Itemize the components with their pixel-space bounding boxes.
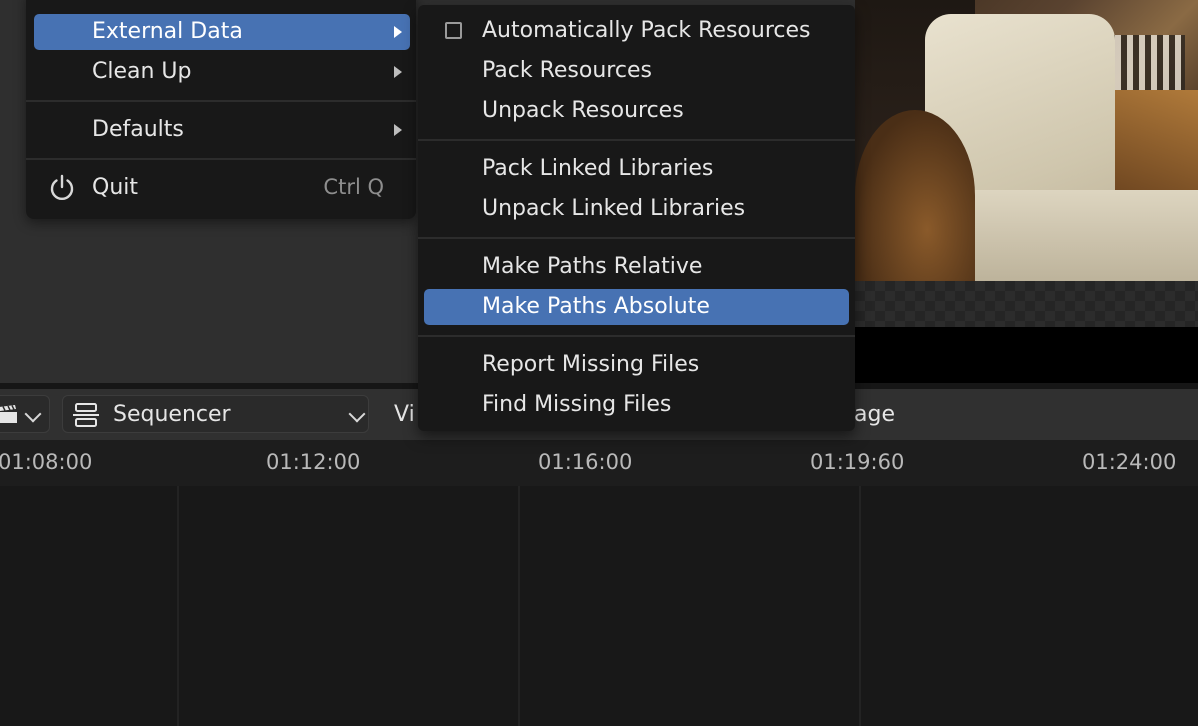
- menu-item-label: Unpack Resources: [482, 98, 684, 123]
- auto-pack-checkbox[interactable]: [445, 22, 462, 39]
- menu-item-external-data[interactable]: External Data: [34, 14, 410, 50]
- timeline-gridline: [177, 486, 179, 726]
- sequencer-icon: [73, 403, 99, 427]
- menu-separator: [26, 100, 416, 102]
- menu-item-pack-linked-libraries[interactable]: Pack Linked Libraries: [424, 151, 849, 187]
- menu-item-label: Pack Resources: [482, 58, 652, 83]
- submenu-arrow-icon: [394, 26, 402, 38]
- menu-item-make-paths-relative[interactable]: Make Paths Relative: [424, 249, 849, 285]
- menu-separator: [418, 335, 855, 337]
- menu-item-clean-up[interactable]: Clean Up: [34, 54, 410, 90]
- timeline-tick-label: 01:12:00: [266, 450, 361, 474]
- editor-type-button[interactable]: [0, 395, 50, 433]
- view-type-select[interactable]: Sequencer: [62, 395, 369, 433]
- menu-item-label: Automatically Pack Resources: [482, 18, 811, 43]
- menu-item-label: Make Paths Relative: [482, 254, 703, 279]
- power-icon: [50, 174, 74, 201]
- timeline-tick-label: 01:16:00: [538, 450, 633, 474]
- clapperboard-icon: [0, 405, 17, 423]
- menu-item-defaults[interactable]: Defaults: [34, 112, 410, 148]
- header-menu-view[interactable]: Vi: [394, 402, 415, 427]
- menu-item-label: Pack Linked Libraries: [482, 156, 714, 181]
- submenu-arrow-icon: [394, 66, 402, 78]
- menu-item-label: Unpack Linked Libraries: [482, 196, 746, 221]
- menu-item-quit[interactable]: Quit Ctrl Q: [34, 170, 410, 206]
- external-data-submenu: Automatically Pack Resources Pack Resour…: [418, 5, 855, 431]
- menu-item-automatically-pack-resources[interactable]: Automatically Pack Resources: [424, 13, 849, 49]
- menu-item-label: Find Missing Files: [482, 392, 672, 417]
- preview-transparency-checker: [855, 281, 1198, 327]
- submenu-arrow-icon: [394, 124, 402, 136]
- timeline-gridline: [518, 486, 520, 726]
- chevron-down-icon: [348, 405, 366, 423]
- menu-item-pack-resources[interactable]: Pack Resources: [424, 53, 849, 89]
- chevron-down-icon: [24, 405, 42, 423]
- menu-item-label: Report Missing Files: [482, 352, 700, 377]
- header-menu-image[interactable]: age: [854, 402, 895, 427]
- menu-item-shortcut: Ctrl Q: [323, 175, 384, 199]
- timeline-tick-label: 01:08:00: [0, 450, 93, 474]
- menu-item-make-paths-absolute[interactable]: Make Paths Absolute: [424, 289, 849, 325]
- timeline-tick-label: 01:24:00: [1082, 450, 1177, 474]
- file-menu: External Data Clean Up Defaults Quit Ctr…: [26, 0, 416, 219]
- menu-separator: [418, 139, 855, 141]
- menu-item-label: Clean Up: [92, 59, 192, 84]
- sequencer-preview-image: [855, 0, 1198, 281]
- menu-item-unpack-resources[interactable]: Unpack Resources: [424, 93, 849, 129]
- preview-letterbox: [855, 327, 1198, 383]
- menu-item-label: External Data: [92, 19, 243, 44]
- timeline-tick-label: 01:19:60: [810, 450, 905, 474]
- menu-item-label: Make Paths Absolute: [482, 294, 710, 319]
- menu-item-unpack-linked-libraries[interactable]: Unpack Linked Libraries: [424, 191, 849, 227]
- menu-separator: [26, 158, 416, 160]
- menu-item-report-missing-files[interactable]: Report Missing Files: [424, 347, 849, 383]
- menu-item-label: Quit: [92, 175, 138, 200]
- menu-item-label: Defaults: [92, 117, 184, 142]
- menu-item-find-missing-files[interactable]: Find Missing Files: [424, 387, 849, 423]
- menu-separator: [418, 237, 855, 239]
- sequencer-timeline[interactable]: [0, 486, 1198, 726]
- view-type-label: Sequencer: [113, 402, 231, 427]
- timeline-gridline: [859, 486, 861, 726]
